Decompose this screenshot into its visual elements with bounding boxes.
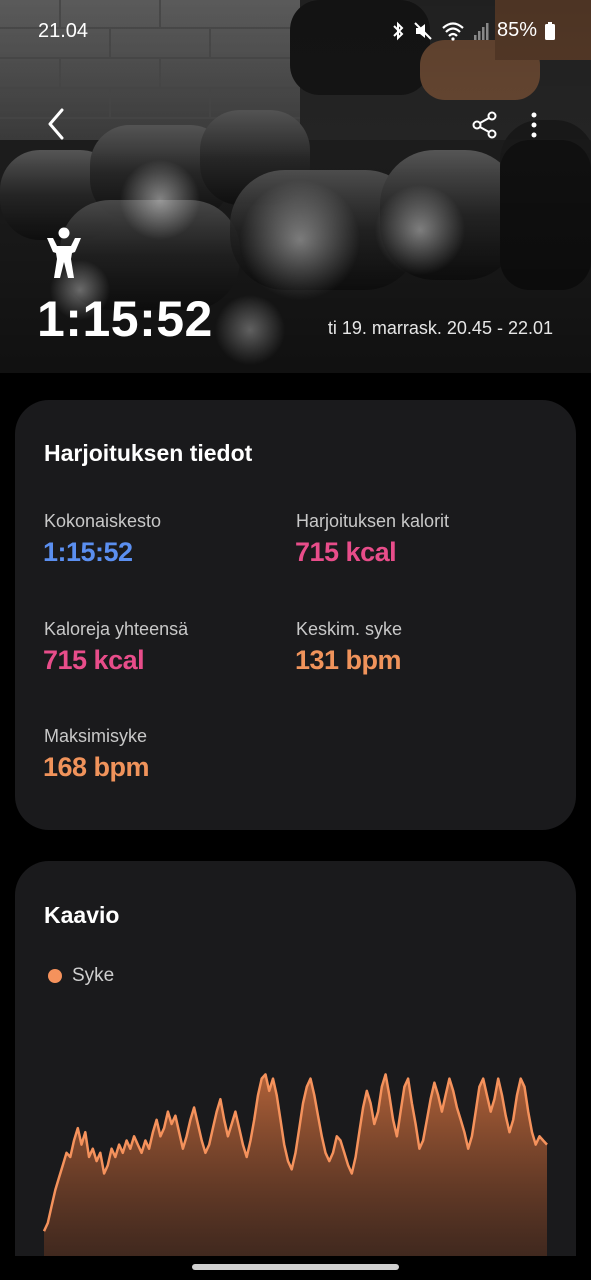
stat-label-max-heart-rate: Maksimisyke	[44, 726, 148, 746]
details-title: Harjoituksen tiedot	[44, 440, 253, 466]
signal-icon	[473, 22, 489, 40]
stat-value-total-calories: 715 kcal	[43, 645, 145, 675]
stat-value-workout-calories: 715 kcal	[295, 537, 397, 567]
battery-icon	[545, 21, 555, 40]
back-button[interactable]	[40, 105, 72, 143]
chart-legend: Syke	[48, 965, 114, 987]
person-workout-icon	[47, 227, 81, 278]
heart-rate-area	[44, 1074, 547, 1256]
battery-percent: 85%	[496, 19, 537, 41]
chart-title: Kaavio	[44, 902, 120, 928]
share-icon	[472, 111, 497, 139]
status-icons: 85%	[391, 19, 555, 42]
stat-value-avg-heart-rate: 131 bpm	[295, 645, 402, 675]
legend-label-heart-rate: Syke	[72, 965, 115, 986]
stat-label-workout-calories: Harjoituksen kalorit	[296, 511, 450, 531]
mute-vibrate-icon	[414, 21, 432, 40]
stat-value-max-heart-rate: 168 bpm	[43, 752, 150, 782]
more-vertical-icon	[531, 112, 537, 138]
stat-label-total-calories: Kaloreja yhteensä	[44, 619, 189, 639]
legend-dot-heart-rate	[48, 969, 62, 983]
chevron-left-icon	[48, 108, 64, 140]
wifi-icon	[442, 21, 464, 41]
workout-duration: 1:15:52	[37, 291, 213, 347]
heart-rate-chart	[42, 1073, 548, 1256]
home-indicator[interactable]	[192, 1264, 399, 1270]
stat-label-total-duration: Kokonaiskesto	[44, 511, 162, 531]
stat-label-avg-heart-rate: Keskim. syke	[296, 619, 403, 639]
more-options-button[interactable]	[522, 108, 546, 142]
share-button[interactable]	[468, 108, 502, 142]
stat-value-total-duration: 1:15:52	[43, 537, 133, 567]
bluetooth-icon	[393, 21, 404, 40]
status-time: 21.04	[38, 20, 89, 42]
workout-date-range: ti 19. marrask. 20.45 - 22.01	[327, 318, 553, 338]
